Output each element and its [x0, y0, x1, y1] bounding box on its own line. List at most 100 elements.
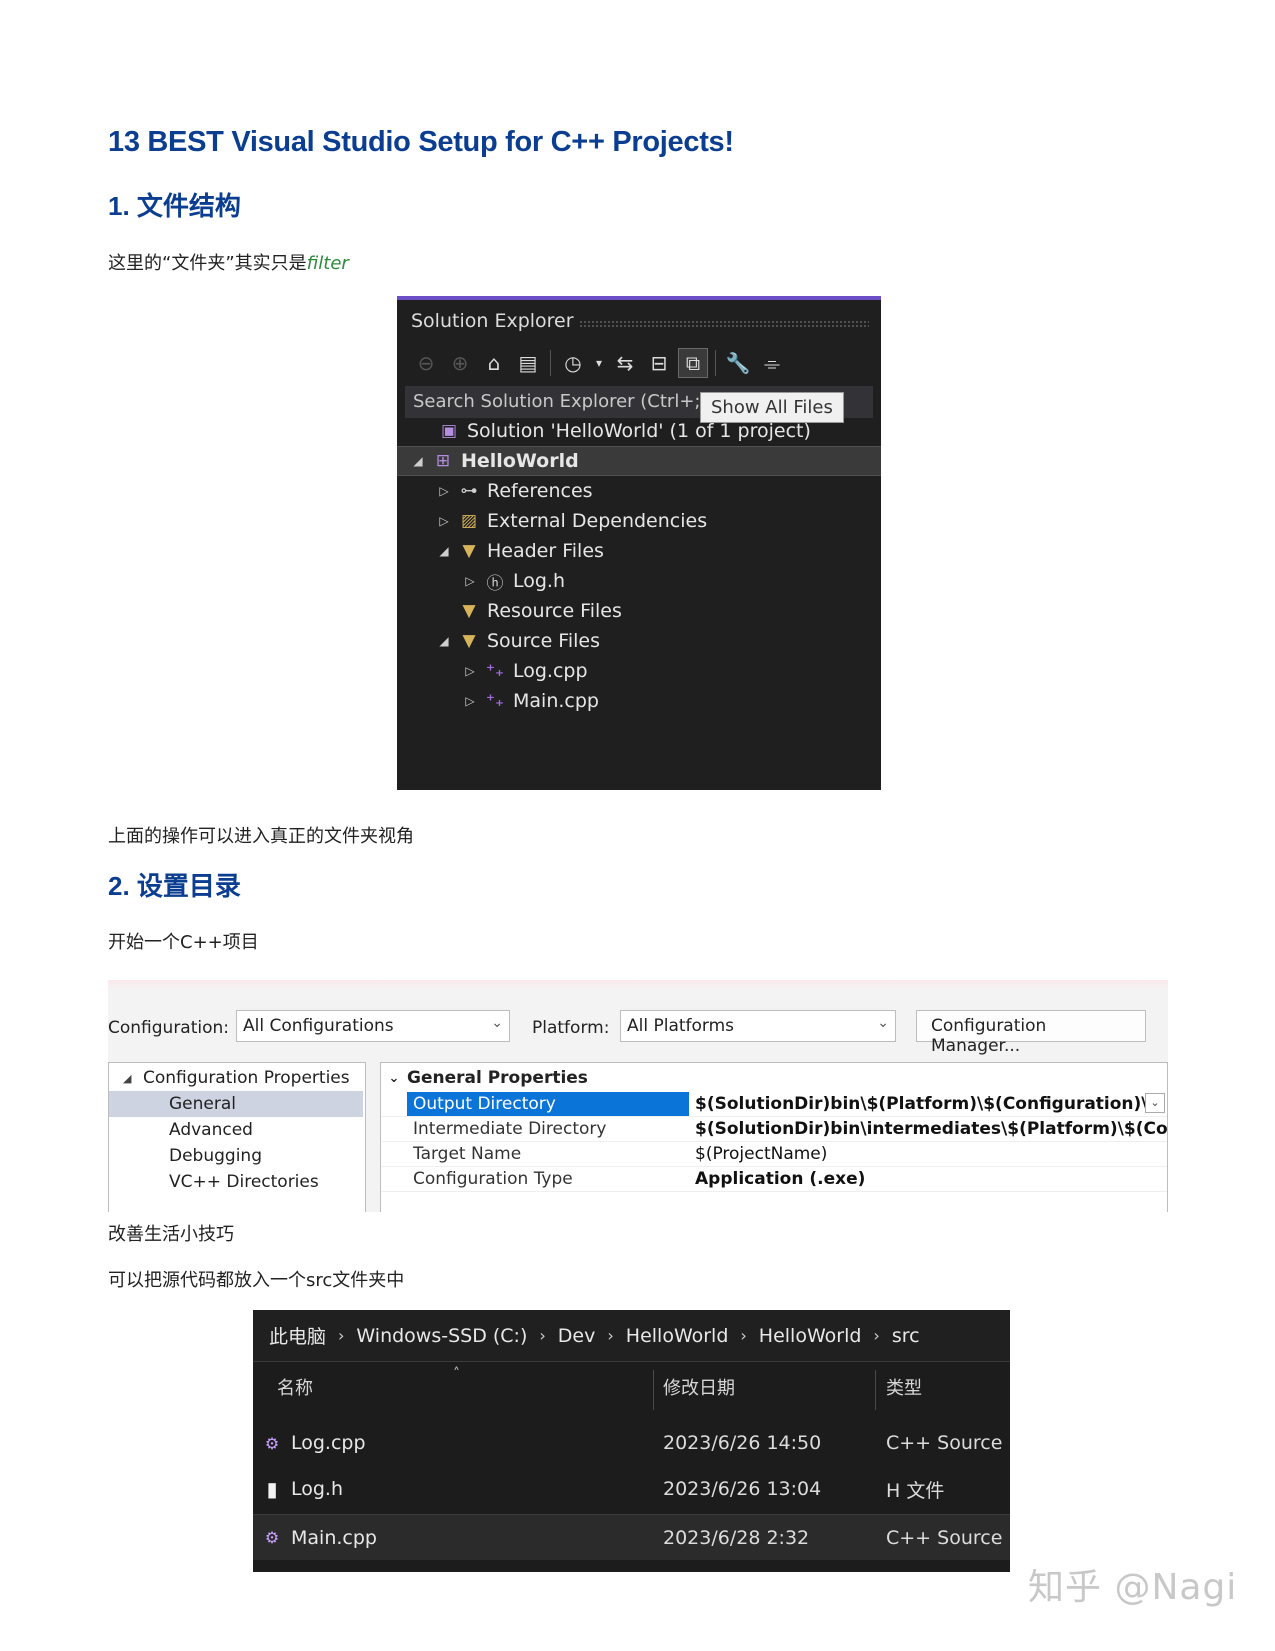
- tree-item-resource-files[interactable]: ▼ Resource Files: [397, 596, 881, 626]
- expanded-arrow-icon[interactable]: ◢: [437, 544, 451, 558]
- expanded-arrow-icon[interactable]: ◢: [411, 454, 425, 468]
- property-row-output-directory[interactable]: Output Directory $(SolutionDir)bin\$(Pla…: [381, 1091, 1167, 1117]
- section-heading-set-directory: 2. 设置目录: [108, 871, 241, 901]
- tree-item-vc-directories[interactable]: VC++ Directories: [109, 1169, 363, 1195]
- file-row-log-h[interactable]: ▮ Log.h 2023/6/26 13:04 H 文件: [253, 1466, 1010, 1512]
- cpp-file-icon: ⚙: [264, 1433, 280, 1453]
- property-grid: ⌄ General Properties Output Directory $(…: [380, 1062, 1168, 1212]
- chevron-right-icon[interactable]: ›: [338, 1326, 344, 1345]
- back-icon[interactable]: ⊖: [411, 348, 441, 378]
- platform-select[interactable]: All Platforms ⌄: [620, 1010, 896, 1042]
- solution-icon: ▣: [440, 421, 458, 441]
- collapsed-arrow-icon[interactable]: ▷: [437, 514, 451, 528]
- chevron-right-icon[interactable]: ›: [873, 1326, 879, 1345]
- property-value[interactable]: $(SolutionDir)bin\$(Platform)\$(Configur…: [695, 1094, 1148, 1114]
- tree-item-debugging[interactable]: Debugging: [109, 1143, 363, 1169]
- chevron-right-icon[interactable]: ›: [740, 1326, 746, 1345]
- file-type: C++ Source: [886, 1526, 1003, 1549]
- property-value[interactable]: $(SolutionDir)bin\intermediates\$(Platfo…: [695, 1119, 1168, 1139]
- chevron-down-icon: ⌄: [491, 1015, 503, 1031]
- header-file-icon: ⓗ: [486, 573, 504, 594]
- blank-file-icon: ▮: [266, 1477, 278, 1501]
- collapsed-arrow-icon[interactable]: ▷: [437, 484, 451, 498]
- property-name: Target Name: [413, 1143, 522, 1164]
- properties-wrench-icon[interactable]: 🔧: [723, 348, 753, 378]
- configuration-value: All Configurations: [243, 1016, 394, 1036]
- file-name: Main.cpp: [291, 1526, 377, 1549]
- filter-term: filter: [306, 253, 349, 274]
- property-tree: ◢ Configuration Properties General Advan…: [108, 1062, 366, 1212]
- show-all-files-icon[interactable]: ⧉: [678, 348, 708, 378]
- column-header-name[interactable]: 名称: [277, 1374, 313, 1400]
- forward-icon[interactable]: ⊕: [445, 348, 475, 378]
- chevron-right-icon[interactable]: ›: [539, 1326, 545, 1345]
- solution-explorer-toolbar: ⊖ ⊕ ⌂ ▤ ◷ ▾ ⇆ ⊟ ⧉ 🔧 ⌯: [411, 346, 787, 380]
- sort-ascending-icon: ˄: [453, 1366, 460, 1382]
- chevron-right-icon[interactable]: ›: [607, 1326, 613, 1345]
- page-title: 13 BEST Visual Studio Setup for C++ Proj…: [108, 126, 734, 158]
- file-type: C++ Source: [886, 1432, 1003, 1454]
- tree-item-references[interactable]: ▷ ⊶ References: [397, 476, 881, 506]
- tree-item-project[interactable]: ◢ ⊞ HelloWorld: [397, 446, 881, 476]
- file-name: Log.cpp: [291, 1432, 366, 1454]
- platform-label: Platform:: [532, 1018, 610, 1038]
- file-row-log-cpp[interactable]: ⚙ Log.cpp 2023/6/26 14:50 C++ Source: [253, 1420, 1010, 1466]
- chevron-down-icon[interactable]: ▾: [592, 348, 606, 378]
- property-value[interactable]: Application (.exe): [695, 1169, 865, 1189]
- breadcrumb-item[interactable]: 此电脑: [269, 1322, 326, 1349]
- tree-item-label: References: [487, 480, 593, 502]
- tree-item-log-h[interactable]: ▷ ⓗ Log.h: [397, 566, 881, 596]
- tree-item-advanced[interactable]: Advanced: [109, 1117, 363, 1143]
- group-header[interactable]: ⌄ General Properties: [381, 1065, 588, 1091]
- breadcrumb-item[interactable]: Windows-SSD (C:): [356, 1325, 527, 1347]
- column-header-date[interactable]: 修改日期: [663, 1374, 735, 1400]
- preview-selected-icon[interactable]: ⌯: [757, 348, 787, 378]
- property-row-configuration-type[interactable]: Configuration Type Application (.exe): [381, 1166, 1167, 1192]
- configuration-select[interactable]: All Configurations ⌄: [236, 1010, 510, 1042]
- toolbar-separator: [715, 350, 716, 376]
- expanded-arrow-icon[interactable]: ◢: [123, 1072, 143, 1085]
- show-all-files-tooltip: Show All Files: [700, 392, 844, 423]
- switch-views-icon[interactable]: ▤: [513, 348, 543, 378]
- breadcrumb-item[interactable]: Dev: [558, 1325, 596, 1347]
- chevron-down-icon[interactable]: ⌄: [1145, 1093, 1165, 1113]
- configuration-manager-button[interactable]: Configuration Manager...: [916, 1010, 1146, 1056]
- breadcrumb-item[interactable]: HelloWorld: [759, 1325, 862, 1347]
- property-row-intermediate-directory[interactable]: Intermediate Directory $(SolutionDir)bin…: [381, 1116, 1168, 1142]
- paragraph-src-folder: 可以把源代码都放入一个src文件夹中: [108, 1270, 405, 1291]
- sync-active-document-icon[interactable]: ⇆: [610, 348, 640, 378]
- tree-item-label: Resource Files: [487, 600, 622, 622]
- search-input[interactable]: Search Solution Explorer (Ctrl+;: [413, 391, 700, 412]
- property-name: Output Directory: [407, 1091, 689, 1116]
- tree-item-source-files[interactable]: ◢ ▼ Source Files: [397, 626, 881, 656]
- breadcrumb-item[interactable]: HelloWorld: [626, 1325, 729, 1347]
- column-header-type[interactable]: 类型: [886, 1374, 922, 1400]
- tree-item-general[interactable]: General: [109, 1091, 363, 1117]
- chevron-down-icon: ⌄: [877, 1015, 889, 1031]
- chevron-down-icon[interactable]: ⌄: [381, 1071, 407, 1086]
- property-row-target-name[interactable]: Target Name $(ProjectName): [381, 1141, 1167, 1167]
- title-grip: [579, 320, 869, 328]
- column-divider[interactable]: [653, 1370, 654, 1410]
- tree-item-header-files[interactable]: ◢ ▼ Header Files: [397, 536, 881, 566]
- collapsed-arrow-icon[interactable]: ▷: [463, 664, 477, 678]
- collapsed-arrow-icon[interactable]: ▷: [463, 694, 477, 708]
- tree-item-label: Configuration Properties: [143, 1068, 350, 1088]
- paragraph-start-project: 开始一个C++项目: [108, 932, 259, 953]
- tree-item-label: Debugging: [169, 1146, 262, 1166]
- pending-changes-filter-icon[interactable]: ◷: [558, 348, 588, 378]
- column-divider[interactable]: [875, 1370, 876, 1410]
- toolbar-separator: [550, 350, 551, 376]
- tree-item-main-cpp[interactable]: ▷ ⁺₊ Main.cpp: [397, 686, 881, 716]
- file-date: 2023/6/28 2:32: [663, 1526, 810, 1549]
- collapse-all-icon[interactable]: ⊟: [644, 348, 674, 378]
- tree-item-configuration-properties[interactable]: ◢ Configuration Properties: [109, 1065, 363, 1091]
- expanded-arrow-icon[interactable]: ◢: [437, 634, 451, 648]
- tree-item-external-dependencies[interactable]: ▷ ▨ External Dependencies: [397, 506, 881, 536]
- home-icon[interactable]: ⌂: [479, 348, 509, 378]
- file-row-main-cpp[interactable]: ⚙ Main.cpp 2023/6/28 2:32 C++ Source: [253, 1514, 1010, 1560]
- collapsed-arrow-icon[interactable]: ▷: [463, 574, 477, 588]
- tree-item-log-cpp[interactable]: ▷ ⁺₊ Log.cpp: [397, 656, 881, 686]
- property-value[interactable]: $(ProjectName): [695, 1144, 827, 1164]
- breadcrumb-item[interactable]: src: [892, 1325, 920, 1347]
